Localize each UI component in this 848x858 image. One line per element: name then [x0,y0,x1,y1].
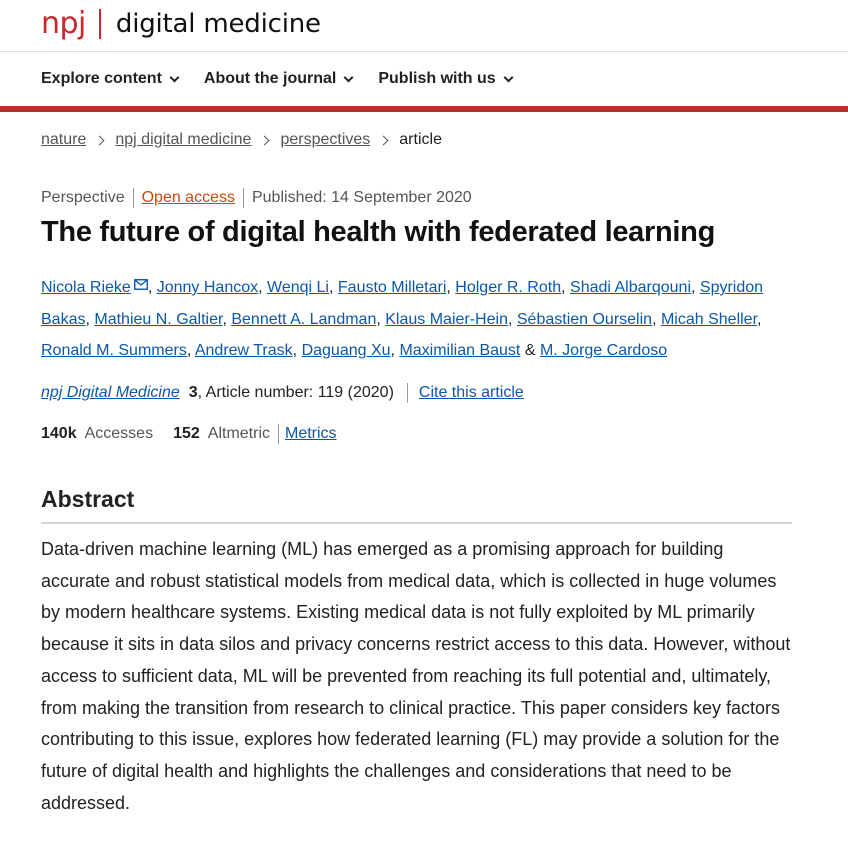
nav-item-label: Publish with us [378,70,496,87]
chevron-right-icon [260,135,270,145]
author-link[interactable]: Sébastien Ourselin [517,311,652,328]
nav-explore-content[interactable]: Explore content [41,70,180,88]
author-link[interactable]: Mathieu N. Galtier [94,311,222,328]
meta-divider [242,188,244,208]
author-separator: , [652,310,657,328]
article-title: The future of digital health with federa… [41,216,716,248]
author-separator: , [147,279,153,296]
cite-this-article-link[interactable]: Cite this article [419,384,524,402]
nav-item-label: Explore content [41,70,162,87]
breadcrumb-current: article [399,131,442,148]
citation-line: npj Digital Medicine 3 , Article number:… [41,383,524,403]
author-conjunction: & [524,342,536,359]
accesses-label: Accesses [84,425,154,442]
chevron-right-icon [378,135,389,145]
article-type: Perspective [41,189,125,206]
envelope-icon[interactable] [133,279,148,290]
author-separator: , [292,342,298,359]
author-link[interactable]: Nicola Rieke [41,279,131,296]
abstract-heading: Abstract [41,486,135,512]
nav-about-journal[interactable]: About the journal [203,70,354,88]
main-nav: Explore content About the journal Publis… [0,53,848,105]
author-separator: , [390,342,395,359]
author-link[interactable]: Klaus Maier-Hein [385,311,508,328]
author-separator: , [691,279,696,296]
meta-divider [132,188,134,208]
chevron-down-icon [343,72,354,82]
author-link[interactable]: Holger R. Roth [455,279,561,296]
nav-item-label: About the journal [203,70,337,87]
author-separator: , [328,279,334,296]
author-separator: , [376,310,381,328]
citation-divider [406,383,408,403]
brand-title: digital medicine [115,9,321,39]
author-separator: , [222,310,227,328]
author-link[interactable]: Ronald M. Summers [41,342,187,359]
open-access-link[interactable]: Open access [142,189,235,207]
author-link[interactable]: Daguang Xu [302,342,391,359]
article-number: , Article number: 119 (2020) [197,384,394,401]
author-separator: , [85,310,90,328]
breadcrumb-nature[interactable]: nature [41,131,86,149]
header-accent-rule [0,106,848,112]
author-separator: , [561,279,566,296]
breadcrumb-perspectives[interactable]: perspectives [280,131,370,149]
chevron-down-icon [503,72,514,82]
author-separator: , [258,279,263,296]
author-link[interactable]: Fausto Milletari [338,279,446,296]
brand-divider [98,9,101,39]
author-separator: , [446,279,451,296]
metrics-link[interactable]: Metrics [285,425,337,443]
chevron-right-icon [94,135,105,145]
metrics-divider [278,424,279,444]
author-separator: , [186,342,192,359]
article-metrics: 140k Accesses 152 Altmetric Metrics [41,424,337,444]
author-link[interactable]: Wenqi Li [267,279,329,296]
accesses-count: 140k [41,425,77,442]
abstract-divider [41,522,792,524]
author-link[interactable]: Andrew Trask [195,342,293,359]
journal-link[interactable]: npj Digital Medicine [41,384,180,402]
altmetric-count: 152 [173,425,200,442]
published-date: Published: 14 September 2020 [251,189,472,206]
author-link[interactable]: Micah Sheller [661,311,757,328]
breadcrumb-journal[interactable]: npj digital medicine [115,131,251,149]
abstract-text: Data-driven machine learning (ML) has em… [41,539,791,813]
author-link[interactable]: Bennett A. Landman [231,311,376,328]
altmetric-label: Altmetric [207,425,270,442]
journal-logo[interactable]: npj digital medicine [41,6,321,42]
brand-npj: npj [41,6,86,41]
site-header: npj digital medicine [0,0,848,52]
volume-number: 3 [188,384,198,401]
author-link[interactable]: Shadi Albarqouni [570,279,691,296]
author-link[interactable]: Jonny Hancox [157,279,258,296]
author-link[interactable]: Maximilian Baust [399,342,520,359]
author-link[interactable]: M. Jorge Cardoso [540,342,667,359]
nav-publish-with-us[interactable]: Publish with us [378,70,514,88]
author-list: Nicola Rieke, Jonny Hancox, Wenqi Li, Fa… [41,272,801,367]
article-meta: Perspective Open access Published: 14 Se… [41,188,472,208]
chevron-down-icon [169,72,180,82]
author-separator: , [757,310,762,328]
author-separator: , [507,310,513,328]
breadcrumb: nature npj digital medicine perspectives… [41,131,442,149]
